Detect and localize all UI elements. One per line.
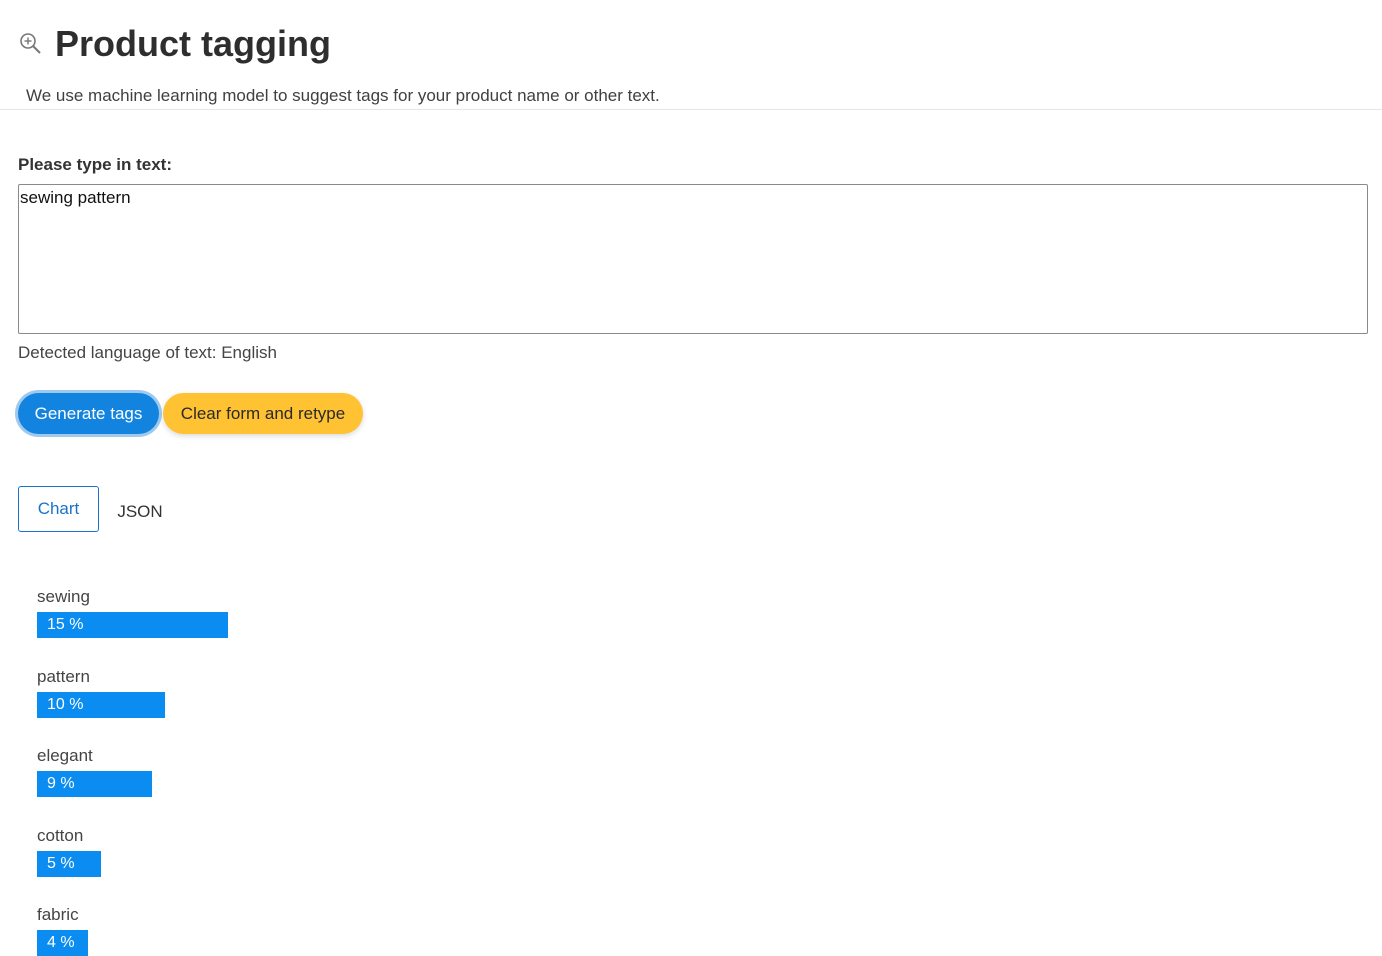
text-input-label: Please type in text: bbox=[18, 155, 173, 174]
tab-json[interactable]: JSON bbox=[108, 490, 172, 536]
tag-label: sewing bbox=[37, 587, 90, 606]
tag-bar: 10 % bbox=[37, 691, 165, 718]
tag-row: elegant 9 % bbox=[37, 744, 152, 797]
tag-label: cotton bbox=[37, 825, 84, 845]
tag-row: fabric 4 % bbox=[37, 903, 88, 956]
tag-bar: 9 % bbox=[37, 771, 152, 797]
tag-label: elegant bbox=[37, 746, 93, 765]
tag-label: fabric bbox=[37, 905, 79, 924]
tag-bar: 15 % bbox=[37, 612, 228, 638]
tag-bar: 5 % bbox=[37, 850, 101, 877]
tag-row: sewing 15 % bbox=[37, 585, 228, 638]
page-subtitle: We use machine learning model to suggest… bbox=[26, 86, 660, 105]
text-input[interactable]: sewing pattern bbox=[18, 184, 1368, 334]
page-header: Product tagging We use machine learning … bbox=[0, 0, 1382, 110]
page-title: Product tagging bbox=[55, 23, 331, 64]
tag-row: cotton 5 % bbox=[37, 824, 101, 877]
tag-row: pattern 10 % bbox=[37, 665, 165, 718]
tag-label: pattern bbox=[37, 666, 90, 686]
tag-chart: sewing 15 % pattern 10 % elegant 9 % cotton 5 %… bbox=[37, 585, 637, 956]
tag-bar: 4 % bbox=[37, 930, 88, 956]
detected-language: Detected language of text: English bbox=[18, 343, 277, 362]
zoom-in-icon bbox=[20, 33, 41, 54]
tab-chart[interactable]: Chart bbox=[18, 486, 99, 532]
clear-form-button[interactable]: Clear form and retype bbox=[163, 393, 363, 434]
generate-tags-button[interactable]: Generate tags bbox=[18, 393, 159, 434]
